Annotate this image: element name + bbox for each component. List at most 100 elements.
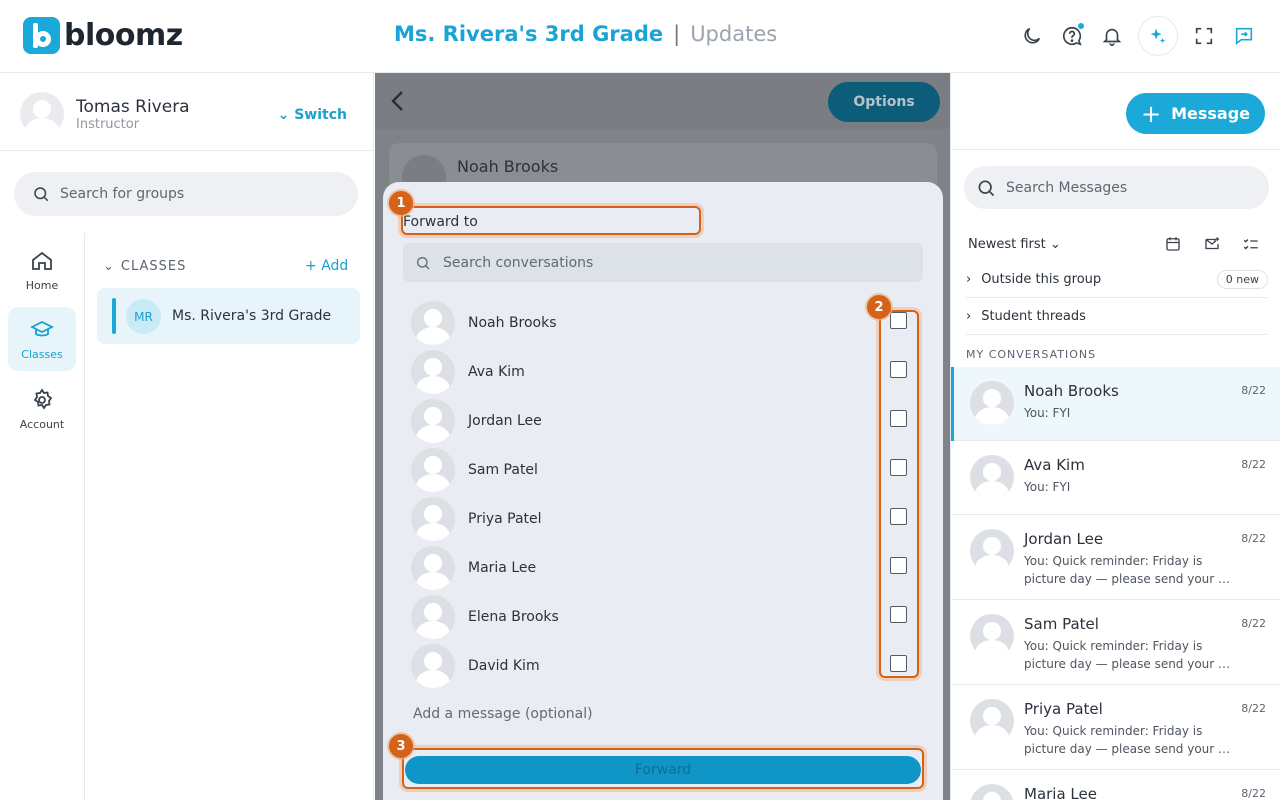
annotation-badge-1: 1 [389, 191, 413, 215]
recipient-row[interactable]: Jordan Lee [411, 396, 921, 445]
recipient-name: Priya Patel [468, 511, 542, 527]
middle-panel: Options Noah Brooks Forward to 1 Search … [375, 73, 950, 800]
home-icon [32, 251, 52, 270]
conversation-item[interactable]: Noah Brooks 8/22 You: FYI [951, 367, 1280, 441]
recipient-row[interactable]: Sam Patel [411, 445, 921, 494]
messages-panel: + Message Search Messages Newest first ⌄… [950, 73, 1280, 800]
highlight-checkboxes [879, 310, 919, 678]
plus-icon: + [305, 258, 317, 274]
annotation-badge-2: 2 [867, 295, 891, 319]
nav-account[interactable]: Account [8, 377, 76, 441]
conversation-item[interactable]: Maria Lee 8/22 [951, 770, 1280, 800]
bell-icon[interactable] [1098, 16, 1126, 56]
annotation-badge-3: 3 [389, 734, 413, 758]
nav-classes[interactable]: Classes [8, 307, 76, 371]
message-search-placeholder: Search Messages [1006, 179, 1128, 196]
conversation-name: Maria Lee [1024, 785, 1097, 800]
class-item[interactable]: MR Ms. Rivera's 3rd Grade [97, 288, 360, 344]
recipient-row[interactable]: Ava Kim [411, 347, 921, 396]
options-button[interactable]: Options [828, 82, 940, 122]
bloomz-logo[interactable]: bloomz [23, 17, 183, 54]
chevron-right-icon: › [966, 271, 972, 287]
recipient-list: Noah Brooks Ava Kim Jordan Lee Sam Patel… [411, 298, 921, 690]
calendar-icon[interactable] [1164, 235, 1182, 253]
avatar [411, 644, 455, 688]
avatar [970, 381, 1014, 425]
mail-star-icon[interactable] [1203, 235, 1221, 253]
gear-icon [33, 387, 53, 410]
recipient-row[interactable]: Elena Brooks [411, 592, 921, 641]
conversation-item[interactable]: Sam Patel 8/22 You: Quick reminder: Frid… [951, 600, 1280, 685]
help-bubble-icon[interactable] [1058, 16, 1086, 56]
top-bar: bloomz Ms. Rivera's 3rd Grade | Updates [0, 0, 1280, 73]
new-count-badge: 0 new [1216, 270, 1268, 289]
fullscreen-icon[interactable] [1190, 16, 1218, 56]
class-initials: MR [126, 299, 161, 334]
chevron-down-icon: ⌄ [277, 107, 290, 123]
student-threads-row[interactable]: › Student threads [966, 298, 1268, 335]
avatar [411, 399, 455, 443]
conversation-search-input[interactable]: Search conversations [403, 243, 923, 282]
switch-button[interactable]: ⌄ Switch [278, 107, 347, 123]
group-search-placeholder: Search for groups [60, 186, 185, 202]
back-chevron-icon[interactable] [388, 89, 408, 113]
search-icon [978, 180, 995, 196]
message-search-input[interactable]: Search Messages [964, 166, 1269, 209]
recipient-name: Jordan Lee [468, 413, 542, 429]
avatar [411, 301, 455, 345]
page-title: Ms. Rivera's 3rd Grade | Updates [394, 22, 777, 46]
divider [951, 149, 1280, 150]
avatar[interactable] [20, 92, 64, 136]
avatar [411, 448, 455, 492]
recipient-row[interactable]: Maria Lee [411, 543, 921, 592]
sort-label: Newest first [968, 237, 1046, 252]
add-class-label: Add [321, 258, 349, 274]
notification-dot [1077, 22, 1085, 30]
nav-home-label: Home [25, 278, 59, 292]
recipient-row[interactable]: Noah Brooks [411, 298, 921, 347]
new-message-button[interactable]: + Message [1126, 93, 1265, 134]
conversation-preview: You: Quick reminder: Friday is picture d… [1024, 639, 1231, 671]
avatar [411, 546, 455, 590]
outside-group-row[interactable]: › Outside this group 0 new [966, 261, 1268, 298]
group-search-input[interactable]: Search for groups [14, 172, 358, 216]
conversation-date: 8/22 [1241, 702, 1266, 715]
bloomz-b-icon [23, 17, 60, 54]
switch-label: Switch [294, 107, 347, 123]
classes-header-label: CLASSES [120, 259, 187, 274]
recipient-name: Ava Kim [468, 364, 525, 380]
avatar [970, 455, 1014, 499]
recipient-row[interactable]: David Kim [411, 641, 921, 690]
nav-home[interactable]: Home [8, 238, 76, 302]
chat-arrow-icon[interactable] [1230, 16, 1258, 56]
title-separator: | [673, 22, 681, 46]
conversation-preview: You: Quick reminder: Friday is picture d… [1024, 554, 1231, 586]
my-conversations-header: MY CONVERSATIONS [966, 348, 1097, 361]
conversation-preview: You: Quick reminder: Friday is picture d… [1024, 724, 1231, 756]
conversation-item[interactable]: Priya Patel 8/22 You: Quick reminder: Fr… [951, 685, 1280, 770]
background-card-name: Noah Brooks [457, 157, 559, 176]
classes-header[interactable]: ⌄ CLASSES [103, 259, 186, 274]
recipient-row[interactable]: Priya Patel [411, 494, 921, 543]
forward-modal: Forward to 1 Search conversations Noah B… [383, 182, 943, 800]
highlight-forward-button [402, 748, 924, 789]
conversation-item[interactable]: Ava Kim 8/22 You: FYI [951, 441, 1280, 515]
conversation-search-placeholder: Search conversations [443, 254, 594, 271]
checklist-icon[interactable] [1242, 235, 1260, 253]
recipient-name: Elena Brooks [468, 609, 559, 625]
profile-role: Instructor [76, 117, 140, 132]
moon-icon[interactable] [1018, 16, 1046, 56]
avatar [411, 595, 455, 639]
student-threads-label: Student threads [981, 308, 1086, 324]
profile-name: Tomas Rivera [76, 97, 190, 117]
add-class-button[interactable]: + Add [305, 258, 348, 274]
sparkle-icon[interactable] [1138, 16, 1178, 56]
class-active-bar [112, 298, 116, 334]
search-icon [34, 187, 49, 202]
sort-dropdown[interactable]: Newest first ⌄ [968, 237, 1061, 252]
add-message-input[interactable]: Add a message (optional) [413, 706, 593, 722]
conversation-item[interactable]: Jordan Lee 8/22 You: Quick reminder: Fri… [951, 515, 1280, 600]
conversation-date: 8/22 [1241, 787, 1266, 800]
conversation-date: 8/22 [1241, 384, 1266, 397]
recipient-name: Noah Brooks [468, 315, 557, 331]
